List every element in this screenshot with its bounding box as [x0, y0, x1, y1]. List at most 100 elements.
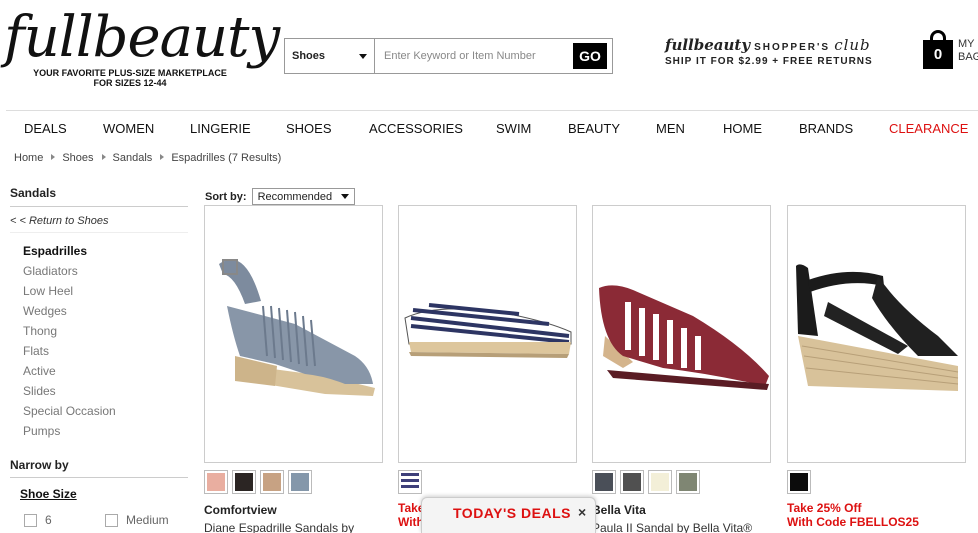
checkbox[interactable] [105, 514, 118, 528]
nav-deals[interactable]: DEALS [24, 121, 67, 136]
product-image[interactable] [398, 205, 577, 463]
product-image[interactable] [204, 205, 383, 463]
sort-control: Sort by: Recommended [205, 188, 356, 205]
shopping-bag[interactable]: 0 MY BAG [923, 30, 978, 70]
striped-espadrille-image [404, 303, 572, 358]
club-label: SHOPPER'S [754, 42, 831, 53]
logo-tagline-2: FOR SIZES 12-44 [93, 78, 167, 88]
product-name[interactable]: Paula II Sandal by Bella Vita® [592, 521, 771, 533]
color-swatch[interactable] [260, 470, 284, 494]
header-divider [6, 110, 978, 111]
logo-tagline-1: YOUR FAVORITE PLUS-SIZE MARKETPLACE [33, 68, 227, 78]
promo-line-2: With [398, 515, 424, 529]
nav-home[interactable]: HOME [723, 121, 762, 136]
fringe-wedge-sandal-image [219, 259, 375, 396]
product-promo: Take 25% Off With Code FBELLOS25 [787, 501, 966, 529]
sort-label: Sort by: [205, 190, 247, 203]
product-brand: Bella Vita [592, 503, 646, 517]
color-swatch[interactable] [288, 470, 312, 494]
color-swatches [204, 470, 383, 495]
sidebar-item-low-heel[interactable]: Low Heel [23, 281, 188, 301]
return-to-shoes-link[interactable]: < < Return to Shoes [10, 215, 188, 233]
club-title: fullbeauty SHOPPER'S club [665, 36, 875, 54]
close-icon[interactable]: × [578, 504, 586, 520]
nav-accessories[interactable]: ACCESSORIES [369, 121, 463, 136]
logo-wordmark[interactable]: fullbeauty [4, 8, 280, 68]
search-bar: Shoes GO [284, 38, 613, 74]
product-card: Take 25% Off With Code FBELLOS25 [787, 205, 966, 529]
nav-beauty[interactable]: BEAUTY [568, 121, 620, 136]
nav-women[interactable]: WOMEN [103, 121, 154, 136]
todays-deals-tab[interactable]: TODAY'S DEALS × [421, 497, 596, 533]
search-category-value: Shoes [292, 50, 326, 62]
sidebar-category-list: Espadrilles Gladiators Low Heel Wedges T… [10, 241, 188, 441]
sidebar-item-wedges[interactable]: Wedges [23, 301, 188, 321]
color-swatch[interactable] [620, 470, 644, 494]
color-swatches [398, 470, 577, 495]
nav-men[interactable]: MEN [656, 121, 685, 136]
nav-swim[interactable]: SWIM [496, 121, 531, 136]
color-swatch[interactable] [232, 470, 256, 494]
breadcrumb: Home Shoes Sandals Espadrilles (7 Results) [14, 152, 281, 164]
promo-line-2: With Code FBELLOS25 [787, 515, 919, 529]
sidebar-item-active[interactable]: Active [23, 361, 188, 381]
sidebar-item-thong[interactable]: Thong [23, 321, 188, 341]
breadcrumb-current: Espadrilles (7 Results) [171, 152, 282, 164]
sidebar-item-pumps[interactable]: Pumps [23, 421, 188, 441]
club-offer: SHIP IT FOR $2.99 + FREE RETURNS [665, 56, 873, 67]
bag-count: 0 [923, 40, 953, 69]
site-logo[interactable]: fullbeauty YOUR FAVORITE PLUS-SIZE MARKE… [4, 8, 280, 89]
color-swatch[interactable] [398, 470, 422, 494]
breadcrumb-shoes[interactable]: Shoes [62, 152, 93, 164]
club-script: club [834, 36, 871, 54]
product-card: Comfortview Diane Espadrille Sandals by [204, 205, 383, 533]
chevron-right-icon [51, 154, 56, 160]
nav-brands[interactable]: BRANDS [799, 121, 853, 136]
club-brand: fullbeauty [665, 36, 751, 54]
red-strappy-sandal-image [599, 285, 769, 390]
size-option-6[interactable]: 6 [24, 513, 52, 528]
shoe-size-filter-toggle[interactable]: Shoe Size [20, 487, 188, 501]
color-swatch[interactable] [676, 470, 700, 494]
sidebar-item-gladiators[interactable]: Gladiators [23, 261, 188, 281]
product-image[interactable] [592, 205, 771, 463]
chevron-down-icon [341, 194, 350, 199]
nav-clearance[interactable]: CLEARANCE [889, 121, 968, 136]
color-swatch[interactable] [648, 470, 672, 494]
sidebar-item-special-occasion[interactable]: Special Occasion [23, 401, 188, 421]
search-input[interactable] [375, 39, 573, 73]
size-option-medium[interactable]: Medium [105, 513, 169, 528]
size-option-label: 6 [45, 513, 52, 527]
sidebar-item-flats[interactable]: Flats [23, 341, 188, 361]
sidebar-item-slides[interactable]: Slides [23, 381, 188, 401]
sidebar-item-espadrilles[interactable]: Espadrilles [23, 241, 188, 261]
category-sidebar: Sandals < < Return to Shoes Espadrilles … [10, 186, 188, 441]
nav-shoes[interactable]: SHOES [286, 121, 332, 136]
bag-label-line2: BAG [958, 51, 978, 63]
search-go-button[interactable]: GO [573, 43, 607, 69]
breadcrumb-home[interactable]: Home [14, 152, 43, 164]
narrow-by-panel: Narrow by Shoe Size 6 Medium [10, 458, 188, 528]
site-header: fullbeauty YOUR FAVORITE PLUS-SIZE MARKE… [0, 0, 978, 110]
nav-lingerie[interactable]: LINGERIE [190, 121, 251, 136]
product-name[interactable]: Diane Espadrille Sandals by [204, 521, 383, 533]
narrow-by-title: Narrow by [10, 458, 188, 478]
search-category-select[interactable]: Shoes [285, 39, 375, 73]
chevron-right-icon [101, 154, 106, 160]
shoppers-club-promo[interactable]: fullbeauty SHOPPER'S club SHIP IT FOR $2.… [665, 36, 875, 67]
color-swatches [787, 470, 966, 495]
todays-deals-label[interactable]: TODAY'S DEALS [453, 505, 571, 521]
product-image[interactable] [787, 205, 966, 463]
promo-line-1: Take 25% Off [787, 501, 862, 515]
sort-select[interactable]: Recommended [251, 188, 356, 205]
checkbox[interactable] [24, 514, 37, 528]
color-swatch[interactable] [787, 470, 811, 494]
breadcrumb-sandals[interactable]: Sandals [113, 152, 153, 164]
product-brand: Comfortview [204, 503, 277, 517]
chevron-right-icon [160, 154, 165, 160]
color-swatch[interactable] [592, 470, 616, 494]
black-wedge-sandal-image [796, 264, 959, 391]
bag-label: MY BAG [958, 38, 978, 64]
color-swatch[interactable] [204, 470, 228, 494]
size-option-label: Medium [126, 513, 169, 527]
